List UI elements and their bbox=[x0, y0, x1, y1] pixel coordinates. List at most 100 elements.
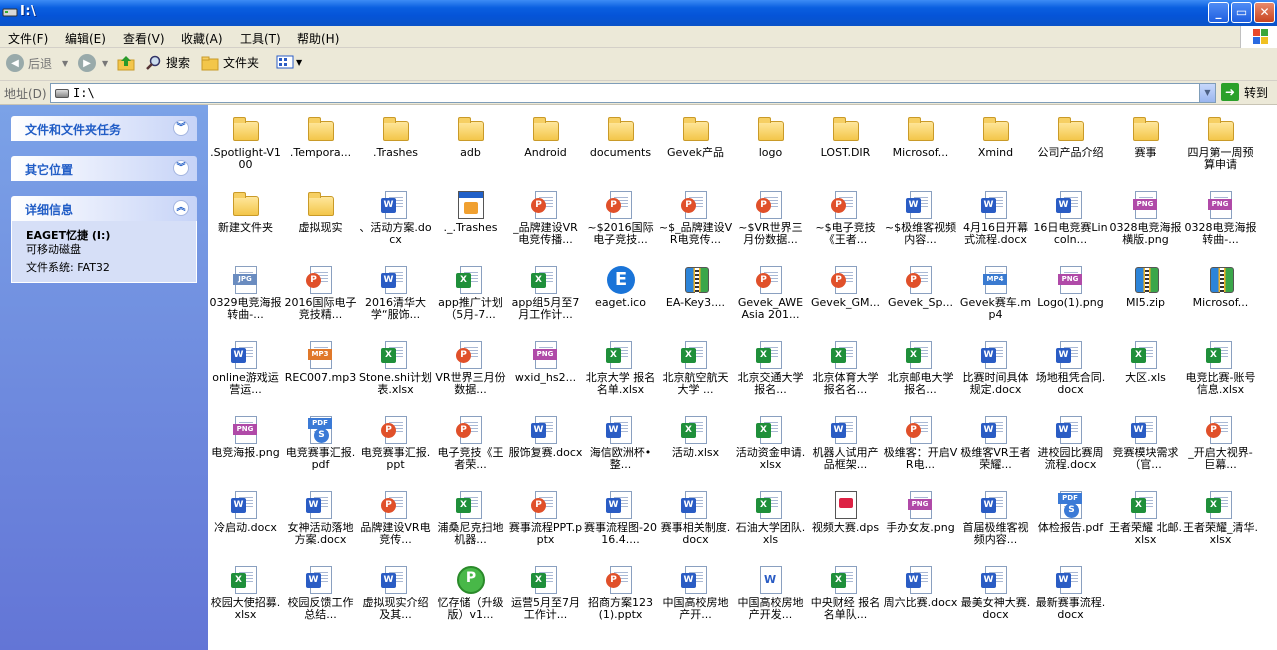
file-item[interactable]: Microsof... bbox=[883, 108, 958, 183]
file-item[interactable]: PDF S 电竞赛事汇报.pdf bbox=[283, 408, 358, 483]
menu-edit[interactable]: 编辑(E) bbox=[65, 30, 106, 47]
file-item[interactable]: adb bbox=[433, 108, 508, 183]
file-item[interactable]: W 竞赛模块需求（官... bbox=[1108, 408, 1183, 483]
file-item[interactable]: Xmind bbox=[958, 108, 1033, 183]
file-item[interactable]: W 极维客VR王者荣耀... bbox=[958, 408, 1033, 483]
folders-button[interactable]: 文件夹 bbox=[201, 54, 259, 71]
file-item[interactable]: W 校园反馈工作总结... bbox=[283, 558, 358, 633]
file-item[interactable]: X 王者荣耀_清华.xlsx bbox=[1183, 483, 1258, 558]
file-item[interactable]: Xapp推广计划（5月-7... bbox=[433, 258, 508, 333]
file-item[interactable]: X 北京大学 报名名单.xlsx bbox=[583, 333, 658, 408]
file-item[interactable]: X 活动资金申请.xlsx bbox=[733, 408, 808, 483]
file-item[interactable]: X 北京交通大学 报名... bbox=[733, 333, 808, 408]
file-item[interactable]: W 冷启动.docx bbox=[208, 483, 283, 558]
file-item[interactable]: P ~$电子竞技《王者... bbox=[808, 183, 883, 258]
address-dropdown-icon[interactable]: ▼ bbox=[1199, 84, 1215, 102]
file-item[interactable]: P ~$VR世界三月份数据... bbox=[733, 183, 808, 258]
forward-dropdown-icon[interactable]: ▼ bbox=[102, 59, 108, 68]
other-places-header[interactable]: 其它位置 ︾ bbox=[11, 156, 197, 181]
file-item[interactable]: W 比赛时间具体规定.docx bbox=[958, 333, 1033, 408]
file-item[interactable]: W 首届极维客视频内容... bbox=[958, 483, 1033, 558]
file-item[interactable]: 视频大赛.dps bbox=[808, 483, 883, 558]
file-item[interactable]: JPG 0329电竞海报转曲-... bbox=[208, 258, 283, 333]
address-input[interactable]: I:\ ▼ bbox=[50, 83, 1216, 103]
file-item[interactable]: MP4 Gevek赛车.mp4 bbox=[958, 258, 1033, 333]
file-item[interactable]: X 电竞比赛-账号信息.xlsx bbox=[1183, 333, 1258, 408]
file-item[interactable]: W 4月16日开幕式流程.docx bbox=[958, 183, 1033, 258]
file-item[interactable]: PNG 手办女友.png bbox=[883, 483, 958, 558]
file-item[interactable]: documents bbox=[583, 108, 658, 183]
file-item[interactable]: X 校园大使招募.xlsx bbox=[208, 558, 283, 633]
file-item[interactable]: PNG 0328电竞海报横版.png bbox=[1108, 183, 1183, 258]
go-button[interactable]: ➜ 转到 bbox=[1221, 83, 1268, 101]
file-item[interactable]: 虚拟现实 bbox=[283, 183, 358, 258]
menu-view[interactable]: 查看(V) bbox=[123, 30, 165, 47]
file-item[interactable]: W ~$极维客视频内容... bbox=[883, 183, 958, 258]
file-item[interactable]: X 中央财经 报名名单队... bbox=[808, 558, 883, 633]
minimize-button[interactable]: _ bbox=[1208, 2, 1229, 23]
file-item[interactable]: P 2016国际电子竞技精... bbox=[283, 258, 358, 333]
file-item[interactable]: X 北京体育大学报名名... bbox=[808, 333, 883, 408]
file-item[interactable]: LOST.DIR bbox=[808, 108, 883, 183]
file-item[interactable]: W 机器人试用产品框架... bbox=[808, 408, 883, 483]
file-item[interactable]: Microsof... bbox=[1183, 258, 1258, 333]
file-item[interactable]: P VR世界三月份数据... bbox=[433, 333, 508, 408]
file-item[interactable]: 新建文件夹 bbox=[208, 183, 283, 258]
expand-chevron-icon[interactable]: ︾ bbox=[173, 160, 189, 176]
file-item[interactable]: P 极维客：开启VR电... bbox=[883, 408, 958, 483]
file-item[interactable]: Eeaget.ico bbox=[583, 258, 658, 333]
file-item[interactable]: 四月第一周预算申请 bbox=[1183, 108, 1258, 183]
file-item[interactable]: P 品牌建设VR电竞传... bbox=[358, 483, 433, 558]
file-item[interactable]: X 石油大学团队.xls bbox=[733, 483, 808, 558]
file-item[interactable]: 公司产品介绍 bbox=[1033, 108, 1108, 183]
file-item[interactable]: X 北京邮电大学 报名... bbox=[883, 333, 958, 408]
expand-chevron-icon[interactable]: ︾ bbox=[173, 120, 189, 136]
file-item[interactable]: W 服饰复赛.docx bbox=[508, 408, 583, 483]
file-item[interactable]: Xapp组5月至7月工作计... bbox=[508, 258, 583, 333]
file-item[interactable]: W 场地租凭合同.docx bbox=[1033, 333, 1108, 408]
file-item[interactable]: X 北京航空航天大学 ... bbox=[658, 333, 733, 408]
file-item[interactable]: W 周六比赛.docx bbox=[883, 558, 958, 633]
file-item[interactable]: W 2016清华大学“服饰... bbox=[358, 258, 433, 333]
file-item[interactable]: PDF S 体检报告.pdf bbox=[1033, 483, 1108, 558]
file-item[interactable]: .Spotlight-V100 bbox=[208, 108, 283, 183]
file-item[interactable]: PNG wxid_hs2... bbox=[508, 333, 583, 408]
file-item[interactable]: P Gevek_AWE Asia 201... bbox=[733, 258, 808, 333]
menu-favorites[interactable]: 收藏(A) bbox=[181, 30, 223, 47]
file-item[interactable]: P ~$2016国际电子竞技... bbox=[583, 183, 658, 258]
back-button[interactable]: ◀ 后退 ▼ bbox=[6, 54, 68, 72]
file-item[interactable]: X 王者荣耀 北邮.xlsx bbox=[1108, 483, 1183, 558]
menu-help[interactable]: 帮助(H) bbox=[297, 30, 339, 47]
file-item[interactable]: P ~$_品牌建设VR电竞传... bbox=[658, 183, 733, 258]
file-item[interactable]: MP3 REC007.mp3 bbox=[283, 333, 358, 408]
file-item[interactable]: W 女神活动落地方案.docx bbox=[283, 483, 358, 558]
file-item[interactable]: 中国高校房地产开发... bbox=[733, 558, 808, 633]
file-item[interactable]: P Gevek_Sp... bbox=[883, 258, 958, 333]
file-item[interactable]: Gevek产品 bbox=[658, 108, 733, 183]
file-item[interactable]: W 赛事流程图-2016.4.... bbox=[583, 483, 658, 558]
file-item[interactable]: P 电竞赛事汇报.ppt bbox=[358, 408, 433, 483]
file-item[interactable]: W 中国高校房地产开... bbox=[658, 558, 733, 633]
file-item[interactable]: X 运营5月至7月工作计... bbox=[508, 558, 583, 633]
file-item[interactable]: .Trashes bbox=[358, 108, 433, 183]
up-folder-button[interactable] bbox=[117, 54, 135, 72]
views-button[interactable]: ▼ bbox=[276, 54, 302, 70]
file-item[interactable]: W 最新赛事流程.docx bbox=[1033, 558, 1108, 633]
close-button[interactable]: ✕ bbox=[1254, 2, 1275, 23]
file-item[interactable]: W 虚拟现实介绍及其... bbox=[358, 558, 433, 633]
file-item[interactable]: P 招商方案123(1).pptx bbox=[583, 558, 658, 633]
file-item[interactable]: ._.Trashes bbox=[433, 183, 508, 258]
file-item[interactable]: P _开启大视界-巨幕... bbox=[1183, 408, 1258, 483]
file-item[interactable]: .Tempora... bbox=[283, 108, 358, 183]
file-item[interactable]: W 进校园比赛周流程.docx bbox=[1033, 408, 1108, 483]
file-item[interactable]: P 赛事流程PPT.pptx bbox=[508, 483, 583, 558]
file-item[interactable]: EA-Key3.... bbox=[658, 258, 733, 333]
file-item[interactable]: P 电子竞技《王者荣... bbox=[433, 408, 508, 483]
file-item[interactable]: X Stone.shi计划表.xlsx bbox=[358, 333, 433, 408]
file-item[interactable]: Android bbox=[508, 108, 583, 183]
file-item[interactable]: 赛事 bbox=[1108, 108, 1183, 183]
file-item[interactable]: logo bbox=[733, 108, 808, 183]
file-item[interactable]: W 、活动方案.docx bbox=[358, 183, 433, 258]
file-item[interactable]: X 大区.xls bbox=[1108, 333, 1183, 408]
file-item[interactable]: W 赛事相关制度.docx bbox=[658, 483, 733, 558]
